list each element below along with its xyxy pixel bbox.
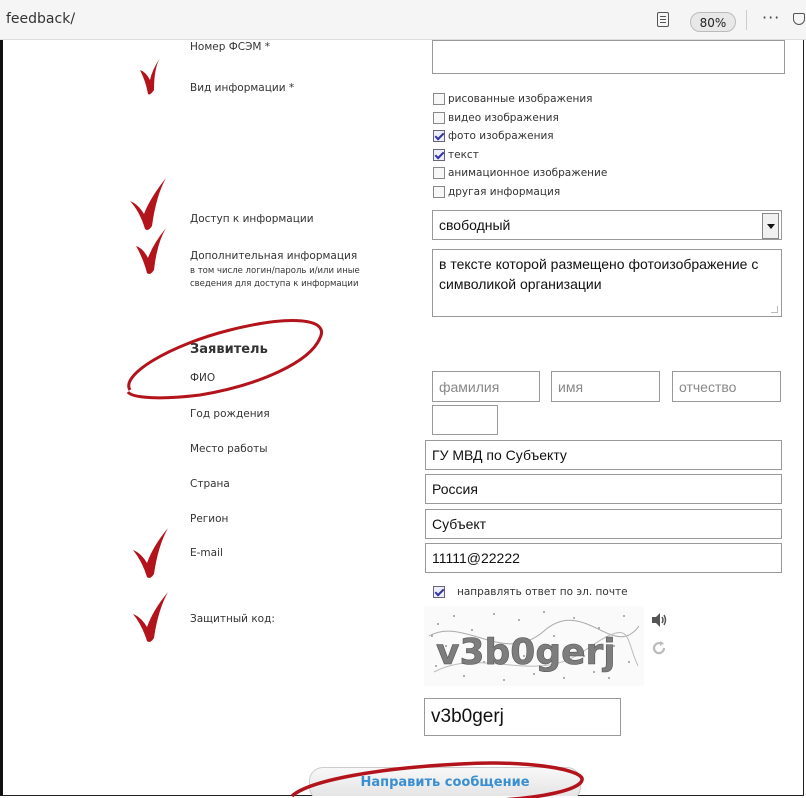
resize-handle[interactable] [771,306,778,313]
captcha-label: Защитный код: [190,613,275,625]
zoom-indicator[interactable]: 80% [690,12,736,32]
browser-toolbar: feedback/ 80% ··· [0,0,806,40]
toolbar-divider [746,10,747,30]
checkbox-checked[interactable] [433,130,445,143]
additional-label: Дополнительная информация [190,250,358,262]
more-actions-icon[interactable]: ··· [762,8,780,27]
info-type-option[interactable]: фото изображения [433,127,607,146]
access-select-value: свободный [439,217,511,233]
applicant-heading: Заявитель [190,342,268,357]
checkbox-checked[interactable] [433,586,445,599]
info-type-label: Вид информации * [190,82,295,94]
captcha-image: v3b0gerj [424,606,644,686]
refresh-icon[interactable] [651,640,667,656]
fio-label: ФИО [190,372,216,384]
email-input[interactable]: 11111@22222 [425,543,782,573]
surname-input[interactable]: фамилия [432,371,540,402]
url-bar[interactable]: feedback/ [6,11,75,27]
access-label: Доступ к информации [190,213,314,225]
region-input[interactable]: Субъект [425,509,782,539]
additional-textarea[interactable]: в тексте которой размещено фотоизображен… [432,249,782,317]
captcha-text: v3b0gerj [436,632,616,673]
checkbox[interactable] [433,111,445,124]
country-label: Страна [190,478,230,490]
fsem-input[interactable] [432,40,785,74]
name-input[interactable]: имя [551,371,660,402]
submit-button[interactable]: Направить сообщение [309,767,581,796]
region-label: Регион [190,513,229,525]
info-type-option[interactable]: видео изображения [433,109,607,128]
chevron-down-icon[interactable] [762,213,779,239]
checkbox[interactable] [433,185,445,198]
email-label: E-mail [190,547,223,559]
workplace-input[interactable]: ГУ МВД по Субъекту [425,440,782,470]
captcha-input[interactable]: v3b0gerj [424,698,621,736]
checkbox[interactable] [433,167,445,180]
patronymic-input[interactable]: отчество [672,371,781,402]
info-type-option[interactable]: рисованные изображения [433,90,607,109]
workplace-label: Место работы [190,443,268,455]
checkbox-checked[interactable] [433,148,445,161]
speaker-icon[interactable] [651,612,669,628]
fsem-label: Номер ФСЭМ * [190,41,271,53]
pocket-icon[interactable] [793,13,805,25]
birth-year-input[interactable] [432,405,498,435]
additional-sub-line2: сведения для доступа к информации [190,279,359,289]
info-type-option[interactable]: текст [433,146,607,165]
reply-by-email-option[interactable]: направлять ответ по эл. почте [433,583,628,602]
info-type-option[interactable]: другая информация [433,183,607,202]
checkbox[interactable] [433,93,445,106]
additional-sub-line1: в том числе логин/пароль и/или иные [190,266,360,276]
birth-year-label: Год рождения [190,408,270,420]
access-select[interactable]: свободный [432,210,782,240]
info-type-checkboxes: рисованные изображения видео изображения… [433,90,607,201]
reader-view-icon[interactable] [657,12,669,27]
country-input[interactable]: Россия [425,474,782,504]
info-type-option[interactable]: анимационное изображение [433,164,607,183]
feedback-form: Номер ФСЭМ * Вид информации * рисованные… [3,40,803,796]
